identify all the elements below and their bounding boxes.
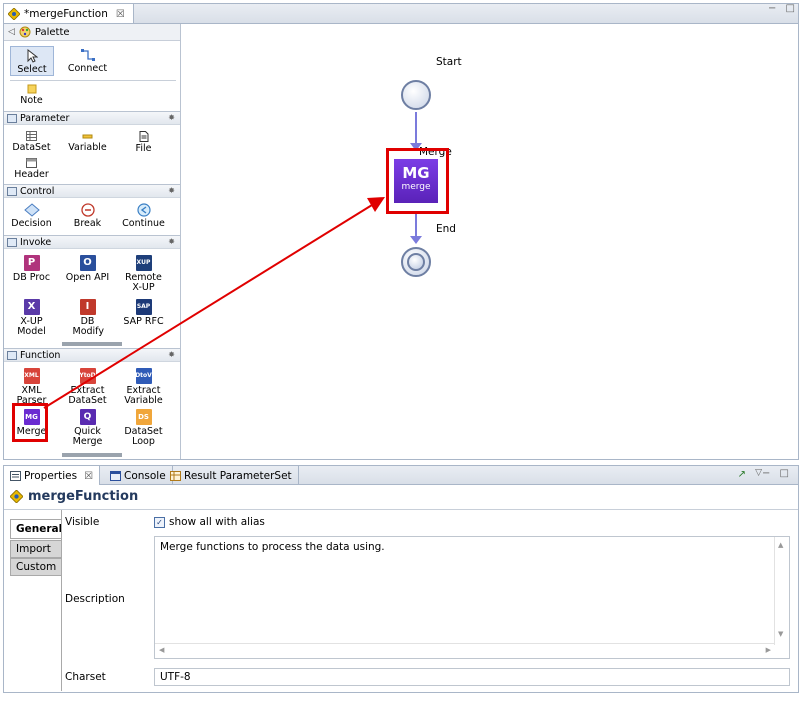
properties-body: mergeFunction General Import Custom Visi… <box>3 485 799 693</box>
side-tab-import-label: Import <box>16 543 51 555</box>
checkbox-checked-icon[interactable]: ✓ <box>154 516 165 528</box>
charset-label: Charset <box>65 671 106 683</box>
annotation-arrow <box>43 197 385 409</box>
properties-title: mergeFunction <box>28 489 139 504</box>
charset-value: UTF-8 <box>160 671 191 683</box>
tab-console[interactable]: Console <box>104 466 173 485</box>
close-icon[interactable]: ☒ <box>84 471 93 482</box>
scroll-up-icon[interactable]: ▲ <box>778 541 783 549</box>
tab-properties[interactable]: Properties ☒ <box>4 466 101 486</box>
vertical-scrollbar[interactable]: ▲ ▼ <box>774 537 789 645</box>
side-tab-general[interactable]: General <box>10 519 62 539</box>
properties-icon <box>10 471 21 481</box>
scroll-right-icon[interactable]: ▶ <box>766 646 771 654</box>
side-tab-divider <box>61 510 62 691</box>
description-text: Merge functions to process the data usin… <box>160 541 385 553</box>
side-tab-import[interactable]: Import <box>10 540 62 558</box>
properties-header: mergeFunction <box>10 489 138 504</box>
horizontal-scrollbar[interactable]: ◀ ▶ <box>155 643 775 658</box>
view-window-buttons[interactable]: − □ <box>762 468 792 479</box>
diamond-flow-icon <box>10 490 23 503</box>
tab-properties-label: Properties <box>24 470 78 482</box>
view-menu-icon[interactable]: ▽ <box>755 468 762 478</box>
visible-label: Visible <box>65 516 100 528</box>
header-separator <box>4 509 798 510</box>
side-tab-general-label: General <box>16 523 63 535</box>
properties-tabbar: Properties ☒ Console Result ParameterSet… <box>3 465 799 486</box>
visible-checkbox-label: show all with alias <box>169 516 265 528</box>
pin-view-icon[interactable]: ↗ <box>738 469 746 480</box>
scroll-left-icon[interactable]: ◀ <box>159 646 164 654</box>
visible-checkbox[interactable]: ✓ show all with alias <box>154 516 265 528</box>
console-icon <box>110 470 121 481</box>
description-textarea[interactable]: Merge functions to process the data usin… <box>154 536 790 659</box>
side-tab-custom-label: Custom <box>16 561 57 573</box>
charset-field[interactable]: UTF-8 <box>154 668 790 686</box>
table-icon <box>170 470 181 481</box>
description-label: Description <box>65 593 125 605</box>
scroll-down-icon[interactable]: ▼ <box>778 630 783 638</box>
tab-result-parameterset[interactable]: Result ParameterSet <box>164 466 299 485</box>
tab-result-parameterset-label: Result ParameterSet <box>184 469 292 482</box>
side-tab-custom[interactable]: Custom <box>10 558 62 576</box>
tab-console-label: Console <box>124 469 166 482</box>
